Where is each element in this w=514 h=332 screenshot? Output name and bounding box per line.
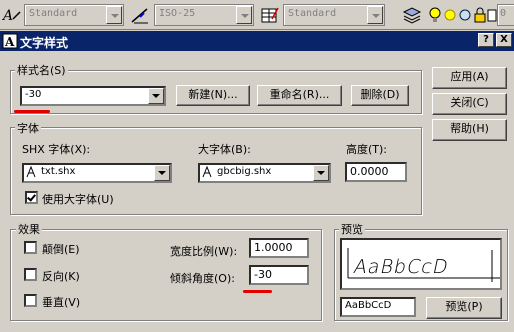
style-name-combo[interactable]: -30 [20, 86, 166, 106]
red-annotation-mark [14, 110, 50, 113]
big-font-icon [202, 165, 214, 178]
width-factor-label: 宽度比例(W): [170, 245, 238, 258]
preview-text-input[interactable]: AaBbCcD [340, 297, 416, 317]
effects-group-label: 效果 [16, 221, 42, 237]
vertical-checkbox[interactable] [24, 294, 37, 307]
shx-font-icon [26, 165, 38, 178]
big-font-label: 大字体(B): [198, 143, 251, 156]
preview-button[interactable]: 预览(P) [426, 297, 502, 319]
chevron-down-icon[interactable] [313, 165, 329, 181]
layers-icon[interactable] [402, 5, 422, 25]
font-group-label: 字体 [15, 120, 41, 136]
dialog-title-bar: A 文字样式 [0, 31, 514, 51]
table-style-combo[interactable]: Standard [283, 4, 385, 26]
chevron-down-icon[interactable] [154, 165, 170, 181]
delete-style-button[interactable]: 删除(D) [351, 85, 409, 106]
preview-group-label: 预览 [339, 221, 365, 237]
text-style-icon[interactable]: A [1, 5, 22, 25]
shx-font-combo[interactable]: txt.shx [22, 163, 172, 183]
preview-sample-text: AaBbCcD [351, 256, 451, 278]
style-name-label: 样式名(S) [15, 62, 68, 78]
svg-text:A: A [4, 35, 15, 49]
vertical-label: 垂直(V) [42, 296, 81, 309]
big-font-combo[interactable]: gbcbig.shx [198, 163, 331, 183]
toolbar: A Standard ISO-25 Standard 0 [0, 0, 514, 30]
backwards-checkbox[interactable] [24, 268, 37, 281]
use-bigfont-label: 使用大字体(U) [42, 193, 114, 206]
height-label: 高度(T): [346, 143, 388, 156]
help-title-button[interactable]: ? [478, 33, 494, 47]
apply-button[interactable]: 应用(A) [432, 67, 507, 89]
app-icon: A [2, 33, 18, 49]
close-button[interactable]: 关闭(C) [432, 93, 507, 115]
chevron-down-icon[interactable] [106, 6, 122, 24]
oblique-angle-label: 倾斜角度(O): [170, 272, 235, 285]
preview-pane: AaBbCcD [340, 238, 502, 290]
svg-text:A: A [2, 8, 13, 24]
width-factor-input[interactable]: 1.0000 [249, 238, 309, 258]
new-style-button[interactable]: 新建(N)... [176, 85, 250, 106]
table-style-icon[interactable] [260, 5, 280, 25]
shx-font-label: SHX 字体(X): [22, 143, 91, 156]
upside-down-label: 颠倒(E) [42, 243, 80, 256]
backwards-label: 反向(K) [42, 270, 80, 283]
close-title-button[interactable]: X [496, 33, 512, 47]
chevron-down-icon[interactable] [236, 6, 252, 24]
height-input[interactable]: 0.0000 [345, 162, 407, 182]
text-style-combo[interactable]: Standard [24, 4, 124, 26]
help-button[interactable]: 帮助(H) [432, 119, 507, 141]
dimension-style-combo[interactable]: ISO-25 [154, 4, 254, 26]
layer-combo[interactable]: 0 [497, 4, 514, 26]
oblique-angle-input[interactable]: -30 [249, 265, 309, 285]
red-annotation-mark [243, 290, 272, 293]
chevron-down-icon[interactable] [367, 6, 383, 24]
use-bigfont-checkbox[interactable] [25, 191, 38, 204]
dimension-style-icon[interactable] [130, 5, 150, 25]
upside-down-checkbox[interactable] [24, 241, 37, 254]
dialog-title: 文字样式 [20, 36, 69, 50]
chevron-down-icon[interactable] [148, 88, 164, 104]
rename-style-button[interactable]: 重命名(R)... [257, 85, 342, 106]
